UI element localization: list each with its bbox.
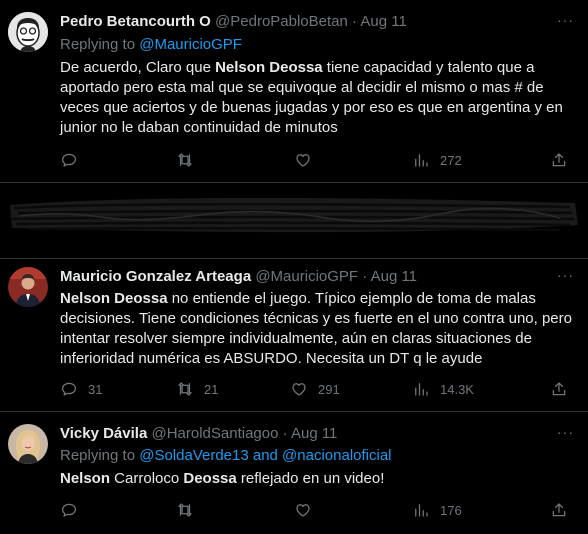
tweet-header: Mauricio Gonzalez Arteaga @MauricioGPF ·… — [60, 267, 417, 287]
tweet-1[interactable]: Pedro Betancourth O @PedroPabloBetan · A… — [0, 0, 588, 183]
more-icon[interactable]: ··· — [557, 12, 574, 28]
retweet-icon — [176, 380, 194, 398]
replying-to-label: Replying to — [60, 36, 136, 53]
author-handle[interactable]: @PedroPabloBetan — [215, 13, 348, 30]
text-bold: Deossa — [183, 470, 237, 487]
reply-icon — [60, 501, 78, 519]
reply-button[interactable]: 31 — [60, 379, 102, 399]
author-name[interactable]: Pedro Betancourth O — [60, 13, 211, 30]
text-segment: Carroloco — [110, 470, 184, 487]
avatar[interactable] — [8, 267, 48, 307]
reply-to-link[interactable]: @MauricioGPF — [139, 36, 242, 53]
text-bold: Nelson Deossa — [215, 59, 323, 76]
share-icon — [550, 151, 568, 169]
views-icon — [412, 151, 430, 169]
reply-icon — [60, 151, 78, 169]
tweet-3[interactable]: Vicky Dávila @HaroldSantiagoo · Aug 11 ·… — [0, 412, 588, 534]
views-count: 176 — [440, 502, 462, 518]
tweet-text: Nelson Carroloco Deossa reflejado en un … — [60, 469, 572, 489]
replying-to: Replying to @SoldaVerde13 and @nacionalo… — [60, 446, 392, 466]
tweet-actions: 176 — [60, 500, 580, 520]
author-handle[interactable]: @MauricioGPF — [255, 268, 358, 285]
views-button[interactable]: 14.3K — [412, 379, 474, 399]
views-icon — [412, 380, 430, 398]
reply-to-link[interactable]: @SoldaVerde13 and @nacionaloficial — [139, 447, 391, 464]
author-handle[interactable]: @HaroldSantiagoo — [151, 425, 278, 442]
tweet-header: Pedro Betancourth O @PedroPabloBetan · A… — [60, 12, 407, 32]
more-icon[interactable]: ··· — [557, 424, 574, 440]
separator: · — [282, 425, 288, 442]
like-icon — [294, 151, 312, 169]
share-button[interactable] — [550, 500, 568, 520]
author-name[interactable]: Vicky Dávila — [60, 425, 147, 442]
views-icon — [412, 501, 430, 519]
reply-button[interactable] — [60, 150, 78, 170]
share-icon — [550, 501, 568, 519]
retweet-button[interactable] — [176, 500, 194, 520]
avatar[interactable] — [8, 424, 48, 464]
separator: · — [362, 268, 368, 285]
share-button[interactable] — [550, 150, 568, 170]
like-count: 291 — [318, 381, 340, 397]
views-button[interactable]: 272 — [412, 150, 462, 170]
text-segment: De acuerdo, Claro que — [60, 59, 216, 76]
text-bold: Nelson — [60, 470, 111, 487]
tweet-header: Vicky Dávila @HaroldSantiagoo · Aug 11 — [60, 424, 337, 444]
retweet-button[interactable]: 21 — [176, 379, 218, 399]
views-count: 14.3K — [440, 381, 474, 397]
like-button[interactable] — [294, 150, 312, 170]
reply-count: 31 — [88, 381, 103, 397]
tweet-text: Nelson Deossa no entiende el juego. Típi… — [60, 289, 572, 369]
tweet-actions: 272 — [60, 150, 580, 170]
reply-icon — [60, 380, 78, 398]
replying-to-label: Replying to — [60, 447, 136, 464]
tweet-2[interactable]: Mauricio Gonzalez Arteaga @MauricioGPF ·… — [0, 259, 588, 412]
views-count: 272 — [440, 152, 462, 168]
text-segment: reflejado en un video! — [236, 470, 385, 487]
separator: · — [352, 13, 358, 30]
like-icon — [290, 380, 308, 398]
tweet-date[interactable]: Aug 11 — [371, 268, 417, 285]
replying-to: Replying to @MauricioGPF — [60, 35, 242, 55]
author-name[interactable]: Mauricio Gonzalez Arteaga — [60, 268, 251, 285]
text-bold: Nelson Deossa — [60, 290, 168, 307]
retweet-button[interactable] — [176, 150, 194, 170]
tweet-date[interactable]: Aug 11 — [291, 425, 337, 442]
retweet-icon — [176, 151, 194, 169]
views-button[interactable]: 176 — [412, 500, 462, 520]
share-icon — [550, 380, 568, 398]
share-button[interactable] — [550, 379, 568, 399]
avatar[interactable] — [8, 12, 48, 52]
more-icon[interactable]: ··· — [557, 267, 574, 283]
redaction-scribble — [10, 197, 578, 233]
reply-button[interactable] — [60, 500, 78, 520]
tweet-date[interactable]: Aug 11 — [360, 13, 406, 30]
like-button[interactable]: 291 — [290, 379, 340, 399]
like-button[interactable] — [294, 500, 312, 520]
redacted-content — [0, 183, 588, 259]
retweet-count: 21 — [204, 381, 219, 397]
tweet-text: De acuerdo, Claro que Nelson Deossa tien… — [60, 58, 572, 138]
tweet-actions: 31 21 291 14.3K — [60, 379, 580, 399]
like-icon — [294, 501, 312, 519]
retweet-icon — [176, 501, 194, 519]
